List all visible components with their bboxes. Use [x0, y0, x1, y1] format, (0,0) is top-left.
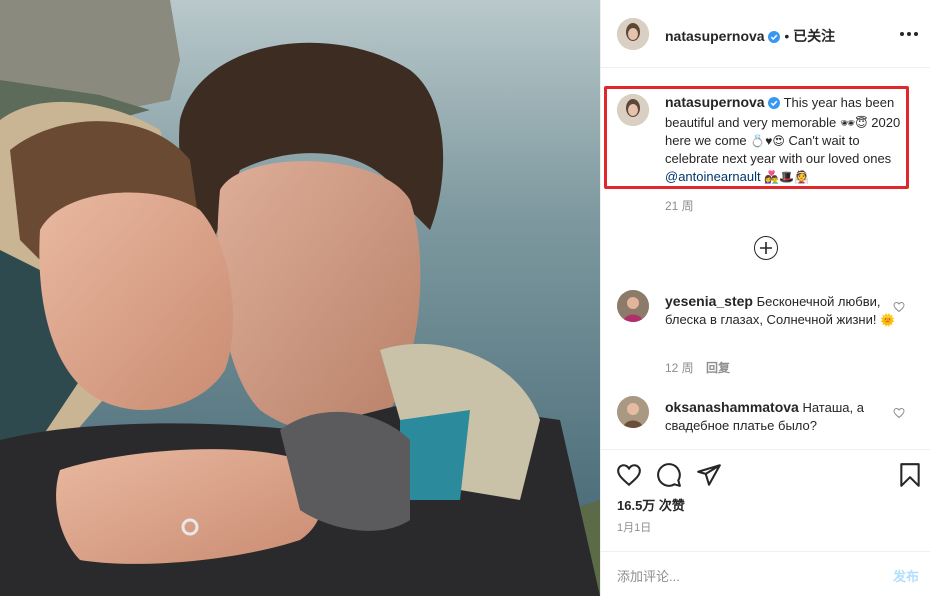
- verified-badge-icon: [768, 30, 781, 46]
- ring-emoji-icon: 💍: [750, 134, 766, 148]
- commenter-avatar[interactable]: [617, 290, 649, 322]
- post-details-panel: natasupernova • 已关注 natasupernova This y…: [600, 0, 930, 596]
- couple-emoji-icon: 👩‍❤️‍👨: [764, 170, 780, 184]
- like-heart-icon[interactable]: [616, 462, 642, 488]
- comment-item: oksanashammatova Наташа, а свадебное пла…: [665, 398, 905, 435]
- header-separator: •: [784, 28, 790, 44]
- sun-emoji-icon: 🌞: [880, 313, 896, 327]
- commenter-avatar[interactable]: [617, 396, 649, 428]
- avatar-image: [617, 290, 649, 322]
- sunglasses-emoji-icon: 🕶: [839, 116, 856, 130]
- author-username[interactable]: natasupernova: [665, 28, 765, 44]
- comment-input[interactable]: 添加评论...: [617, 566, 680, 585]
- more-options-icon[interactable]: [897, 24, 921, 44]
- comment-timestamp[interactable]: 12 周: [665, 359, 694, 376]
- post-photo[interactable]: [0, 0, 600, 596]
- comment-item: yesenia_step Бесконечной любви, блеска в…: [665, 292, 905, 329]
- post-date[interactable]: 1月1日: [617, 519, 651, 535]
- instagram-post-view: natasupernova • 已关注 natasupernova This y…: [0, 0, 930, 596]
- like-comment-heart-icon[interactable]: [893, 300, 905, 313]
- caption-mention-link[interactable]: @antoinearnault: [665, 169, 761, 184]
- avatar-image: [617, 18, 649, 50]
- avatar-image: [617, 94, 649, 126]
- post-actions-section: 16.5万 次赞 1月1日 添加评论... 发布: [601, 449, 930, 596]
- load-more-comments-button[interactable]: [754, 236, 778, 260]
- add-comment-bar: 添加评论... 发布: [601, 551, 930, 596]
- header-user-line: natasupernova • 已关注: [665, 26, 835, 46]
- reply-button[interactable]: 回复: [706, 359, 730, 376]
- bride-emoji-icon: 👰: [794, 170, 810, 184]
- verified-badge-icon: [768, 96, 781, 114]
- heart-eyes-emoji-icon: 😍: [772, 134, 785, 148]
- comment-username[interactable]: yesenia_step: [665, 293, 753, 309]
- like-comment-heart-icon[interactable]: [893, 406, 905, 419]
- save-bookmark-icon[interactable]: [897, 462, 923, 488]
- plus-icon: [760, 242, 772, 254]
- caption-username[interactable]: natasupernova: [665, 94, 765, 110]
- post-comment-button[interactable]: 发布: [893, 566, 919, 585]
- follow-status-button[interactable]: 已关注: [793, 28, 835, 44]
- halo-smile-emoji-icon: 😇: [855, 116, 868, 130]
- caption-author-avatar[interactable]: [617, 94, 649, 126]
- top-hat-emoji-icon: 🎩: [779, 170, 795, 184]
- couple-selfie-image: [0, 0, 600, 596]
- author-avatar[interactable]: [617, 18, 649, 50]
- post-caption: natasupernova This year has been beautif…: [665, 93, 905, 186]
- likes-count[interactable]: 16.5万 次赞: [617, 495, 685, 514]
- comment-bubble-icon[interactable]: [656, 462, 682, 488]
- comment-username[interactable]: oksanashammatova: [665, 399, 799, 415]
- avatar-image: [617, 396, 649, 428]
- caption-timestamp[interactable]: 21 周: [665, 197, 694, 214]
- heart-emoji-icon: ♥: [765, 134, 773, 148]
- post-header: natasupernova • 已关注: [601, 0, 930, 68]
- share-paper-plane-icon[interactable]: [696, 462, 722, 488]
